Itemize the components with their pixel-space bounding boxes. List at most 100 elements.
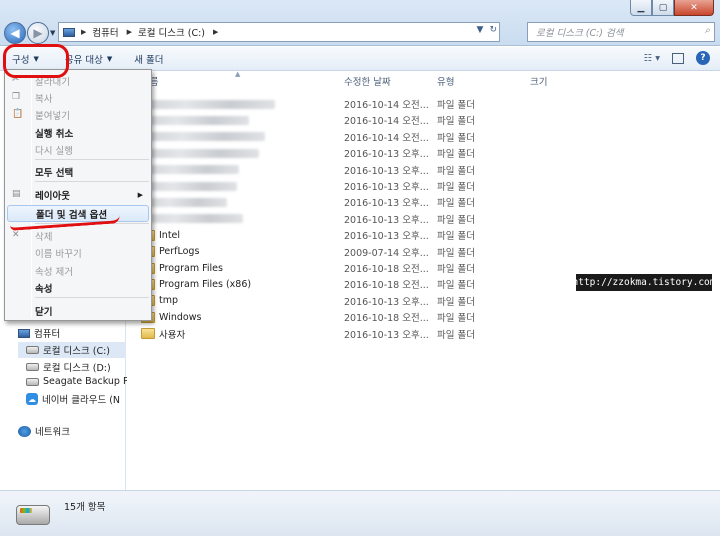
column-header-type[interactable]: 유형 xyxy=(437,72,454,90)
sidebar-item-label: 로컬 디스크 (D:) xyxy=(43,363,111,374)
search-input[interactable]: 로컬 디스크 (C:) 검색 ⌕ xyxy=(527,22,715,42)
menu-item-label: 실행 취소 xyxy=(35,128,74,140)
table-row[interactable]: 2016-10-13 오후... 파일 폴더 xyxy=(127,145,720,161)
menu-item[interactable]: ❐ 복사 xyxy=(5,89,151,106)
file-type: 파일 폴더 xyxy=(437,100,475,111)
redacted-name xyxy=(141,99,275,109)
table-row[interactable]: PerfLogs 2009-07-14 오후... 파일 폴더 xyxy=(127,244,720,260)
file-name-cell xyxy=(141,197,227,207)
share-with-button[interactable]: 공유 대상 ▼ xyxy=(65,52,112,66)
search-icon[interactable]: ⌕ xyxy=(705,25,710,36)
menu-item[interactable]: 다시 실행 xyxy=(5,141,151,158)
sidebar-item-network[interactable]: 네트워크 xyxy=(18,424,70,438)
table-row[interactable]: 2016-10-14 오전... 파일 폴더 xyxy=(127,96,720,112)
recent-pages-dropdown[interactable]: ▼ xyxy=(50,29,55,37)
minimize-button[interactable]: ▁ xyxy=(630,0,652,16)
file-type: 파일 폴더 xyxy=(437,313,475,325)
table-row[interactable]: 2016-10-14 오전... 파일 폴더 xyxy=(127,112,720,128)
drive-icon xyxy=(26,363,39,371)
sidebar-item-drive-c[interactable]: 로컬 디스크 (C:) xyxy=(18,342,126,358)
table-row[interactable]: 2016-10-14 오전... 파일 폴더 xyxy=(127,129,720,145)
layout-icon: ▤ xyxy=(12,189,21,199)
maximize-button[interactable]: ▢ xyxy=(652,0,674,16)
new-folder-button[interactable]: 새 폴더 xyxy=(134,52,163,66)
table-row[interactable]: tmp 2016-10-13 오후... 파일 폴더 xyxy=(127,293,720,309)
file-name: 사용자 xyxy=(159,329,186,341)
sidebar-item-drive-d[interactable]: 로컬 디스크 (D:) xyxy=(26,360,111,374)
menu-item[interactable]: ▤ 레이아웃 ▶ xyxy=(5,186,151,203)
folder-icon xyxy=(141,328,155,340)
file-name: Windows xyxy=(159,311,202,323)
close-button[interactable]: ✕ xyxy=(674,0,714,16)
menu-item[interactable]: 닫기 xyxy=(5,302,151,319)
table-row[interactable]: 2016-10-13 오후... 파일 폴더 xyxy=(127,178,720,194)
file-name-cell: Program Files (x86) xyxy=(141,278,251,290)
menu-item[interactable]: 이름 바꾸기 xyxy=(5,244,151,261)
column-header-date[interactable]: 수정한 날짜 xyxy=(344,72,391,90)
cloud-icon: ☁ xyxy=(26,393,38,405)
breadcrumb-computer[interactable]: 컴퓨터 xyxy=(92,25,118,39)
table-row[interactable]: 2016-10-13 오후... 파일 폴더 xyxy=(127,194,720,210)
breadcrumb-separator-icon: ▶ xyxy=(213,28,219,36)
network-icon xyxy=(18,425,31,437)
redacted-name xyxy=(141,197,227,207)
sidebar-item-label: 네트워크 xyxy=(35,427,70,438)
address-bar[interactable]: ▶ 컴퓨터 ▶ 로컬 디스크 (C:) ▶ ▼ ↻ xyxy=(58,22,500,42)
computer-icon xyxy=(18,328,30,338)
table-row[interactable]: Intel 2016-10-13 오후... 파일 폴더 xyxy=(127,227,720,243)
view-options-icon[interactable]: ☷ ▾ xyxy=(644,53,660,64)
table-row[interactable]: 사용자 2016-10-13 오후... 파일 폴더 xyxy=(127,326,720,342)
file-name: Intel xyxy=(159,229,181,241)
sidebar-item-naver-cloud[interactable]: ☁ 네이버 클라우드 (N xyxy=(26,392,120,406)
file-name: PerfLogs xyxy=(159,246,200,258)
menu-item-label: 붙여넣기 xyxy=(35,110,70,122)
file-type: 파일 폴더 xyxy=(437,214,475,226)
arrow-right-icon: ▶ xyxy=(33,26,43,40)
drive-icon xyxy=(26,346,39,354)
sidebar-item-label: 로컬 디스크 (C:) xyxy=(43,346,110,357)
forward-button[interactable]: ▶ xyxy=(27,22,49,44)
file-date: 2016-10-14 오전... xyxy=(344,116,429,128)
redacted-name xyxy=(141,214,243,224)
menu-separator xyxy=(35,297,149,298)
menu-item-label: 레이아웃 xyxy=(35,190,70,202)
file-type: 파일 폴더 xyxy=(437,149,475,161)
arrow-left-icon: ◀ xyxy=(10,26,20,40)
menu-item[interactable]: 모두 선택 xyxy=(5,163,151,180)
menu-item[interactable]: 📋 붙여넣기 xyxy=(5,106,151,123)
table-row[interactable]: 2016-10-13 오후... 파일 폴더 xyxy=(127,162,720,178)
help-icon[interactable]: ? xyxy=(696,51,710,65)
file-date: 2016-10-13 오후... xyxy=(344,182,429,193)
preview-pane-icon[interactable] xyxy=(672,52,684,64)
file-name-cell xyxy=(141,181,237,191)
menu-item[interactable]: 속성 제거 xyxy=(5,262,151,279)
table-row[interactable]: 2016-10-13 오후... 파일 폴더 xyxy=(127,211,720,227)
file-name-cell xyxy=(141,99,275,109)
column-header-size[interactable]: 크기 xyxy=(530,72,547,90)
file-name-cell: Program Files xyxy=(141,262,223,274)
file-name: tmp xyxy=(159,295,179,307)
menu-item[interactable]: 속성 xyxy=(5,279,151,296)
paste-icon: 📋 xyxy=(12,109,24,119)
file-name-cell xyxy=(141,165,239,175)
file-name-cell: 사용자 xyxy=(141,327,185,341)
file-date: 2016-10-13 오후... xyxy=(344,165,429,177)
redacted-name xyxy=(141,148,259,158)
redacted-name xyxy=(141,181,237,191)
address-dropdown-icon[interactable]: ▼ xyxy=(477,25,484,35)
file-date: 2016-10-13 오후... xyxy=(344,296,429,308)
menu-item-label: 속성 xyxy=(35,283,53,295)
menu-item[interactable]: 실행 취소 xyxy=(5,124,151,141)
annotation-circle xyxy=(3,44,69,78)
file-date: 2016-10-13 오후... xyxy=(344,198,429,210)
refresh-icon[interactable]: ↻ xyxy=(489,25,497,35)
table-row[interactable]: Windows 2016-10-18 오전... 파일 폴더 xyxy=(127,309,720,325)
sidebar-item-seagate[interactable]: Seagate Backup Plu xyxy=(26,376,137,387)
file-date: 2016-10-14 오전... xyxy=(344,132,429,144)
item-count: 15개 항목 xyxy=(64,502,106,513)
sidebar-item-computer[interactable]: 컴퓨터 xyxy=(18,326,60,340)
breadcrumb-local-disk-c[interactable]: 로컬 디스크 (C:) xyxy=(138,25,205,39)
back-button[interactable]: ◀ xyxy=(4,22,26,44)
menu-separator xyxy=(35,181,149,182)
menu-item-label: 속성 제거 xyxy=(35,266,73,278)
